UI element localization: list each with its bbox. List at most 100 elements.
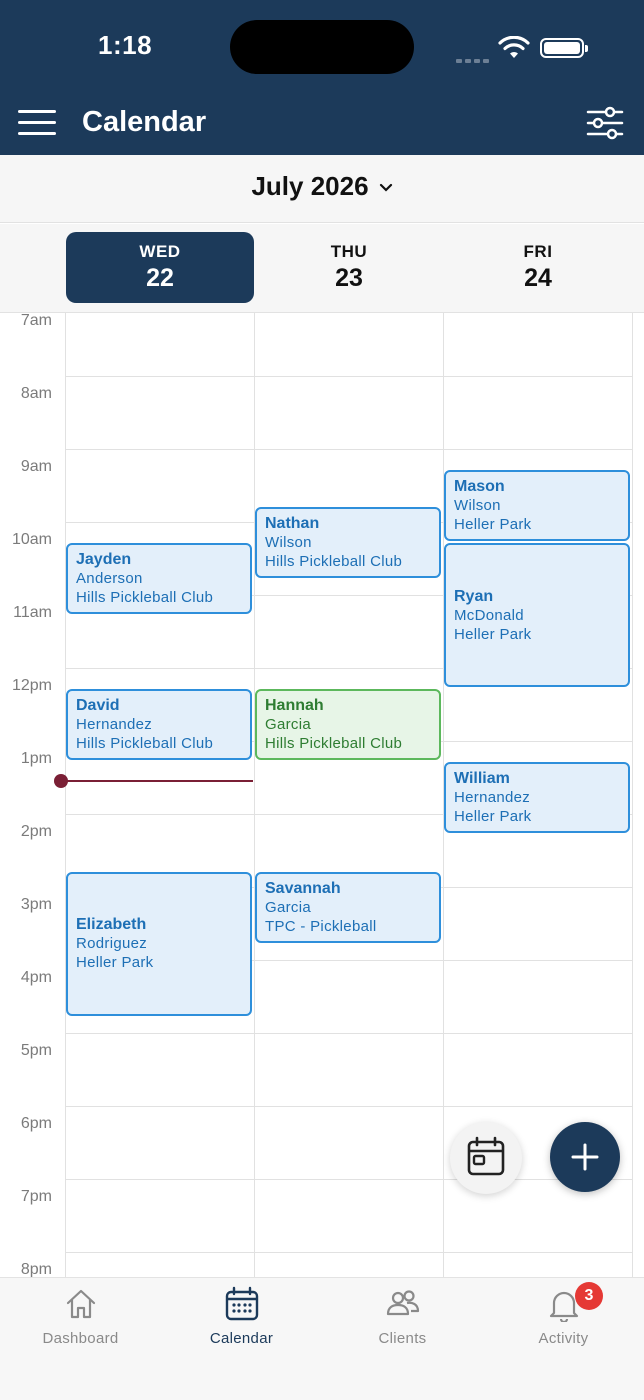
event-card[interactable]: Nathan Wilson Hills Pickleball Club [255,506,441,578]
client-first-name: Hannah [265,697,324,714]
hour-line [65,376,633,377]
hour-label: 3pm [20,896,52,913]
tab-activity[interactable]: 3 Activity [483,1282,644,1347]
calendar-grid[interactable]: 7am 8am 9am 10am 11am 12pm 1pm 2pm 3pm 4pm 5pm 6pm 7… [0,313,644,1277]
day-name: THU [330,242,368,261]
calendar-icon [225,1286,258,1321]
day-number: 23 [335,264,363,292]
hour-label: 1pm [20,750,52,767]
hour-label: 8am [20,385,52,402]
event-card[interactable]: Savannah Garcia TPC - Pickleball [255,871,441,943]
event-location: Hills Pickleball Club [265,735,403,752]
column-divider [65,313,66,1277]
month-selector[interactable]: July 2026 [0,155,644,223]
hour-label: 9am [20,458,52,475]
event-location: Hills Pickleball Club [265,552,403,570]
notification-badge: 3 [575,1282,603,1310]
day-name: WED [139,242,181,261]
event-location: TPC - Pickleball [265,917,377,935]
client-last-name: McDonald [454,606,524,624]
tab-dashboard[interactable]: Dashboard [0,1286,161,1347]
menu-icon[interactable] [18,110,56,136]
month-label: July 2026 [251,171,369,201]
day-name: FRI [523,242,553,261]
client-first-name: Savannah [265,879,341,897]
hour-label: 4pm [20,969,52,986]
event-card[interactable]: Ryan McDonald Heller Park [444,543,630,687]
tab-calendar[interactable]: Calendar [161,1286,322,1347]
client-first-name: Ryan [454,587,494,605]
hour-label: 5pm [20,1042,52,1059]
hour-line [65,1252,633,1253]
day-tab-fri[interactable]: FRI 24 [444,232,632,303]
event-location: Hills Pickleball Club [76,735,214,752]
cellular-signal-icon [456,50,492,68]
client-last-name: Garcia [265,898,311,916]
client-first-name: Mason [454,478,505,495]
client-last-name: Hernandez [76,716,153,733]
event-card[interactable]: David Hernandez Hills Pickleball Club [66,689,252,760]
event-card[interactable]: William Hernandez Heller Park [444,762,630,833]
calendar-icon [467,1136,505,1176]
status-time: 1:18 [98,30,153,60]
day-tab-wed[interactable]: WED 22 [66,232,254,303]
day-number: 22 [146,264,174,292]
page-title: Calendar [82,106,207,138]
column-divider [632,313,633,1277]
client-first-name: Elizabeth [76,916,147,933]
event-card[interactable]: Elizabeth Rodriguez Heller Park [66,871,252,1016]
hour-label: 7pm [20,1188,52,1205]
client-first-name: Jayden [76,551,132,568]
client-last-name: Garcia [265,716,311,733]
plus-icon [571,1143,599,1171]
add-session-button[interactable] [550,1122,620,1192]
hour-line [65,1179,633,1180]
tab-label: Activity [538,1330,589,1347]
event-card[interactable]: Hannah Garcia Hills Pickleball Club [255,689,441,760]
column-divider [254,313,255,1277]
hour-label: 12pm [11,677,52,694]
chevron-down-icon [379,184,392,192]
client-first-name: William [454,770,510,787]
users-icon [386,1290,419,1316]
filter-settings-icon[interactable] [586,106,624,140]
tab-label: Clients [378,1330,427,1347]
client-last-name: Hernandez [454,789,531,806]
event-location: Heller Park [454,808,532,825]
tab-label: Calendar [209,1330,274,1347]
tab-label: Dashboard [42,1330,119,1347]
tab-clients[interactable]: Clients [322,1286,483,1347]
status-bar: 1:18 [0,0,644,92]
event-card[interactable]: Jayden Anderson Hills Pickleball Club [66,543,252,614]
client-first-name: David [76,697,120,714]
hour-label: 10am [11,531,52,548]
event-location: Heller Park [76,954,154,971]
day-number: 24 [524,264,552,292]
event-location: Heller Park [454,625,532,643]
current-time-line [62,779,253,782]
dynamic-island [230,20,414,74]
hour-label: 11am [13,604,52,621]
client-first-name: Nathan [265,514,320,532]
hour-line [65,449,633,450]
today-button[interactable] [450,1122,522,1194]
client-last-name: Anderson [76,570,143,587]
event-location: Heller Park [454,516,532,533]
event-card[interactable]: Mason Wilson Heller Park [444,470,630,541]
wifi-icon [498,36,530,58]
hour-label: 6pm [20,1115,52,1132]
current-time-dot [54,773,68,788]
event-location: Hills Pickleball Club [76,589,214,606]
day-tab-thu[interactable]: THU 23 [255,232,443,303]
home-icon [66,1289,95,1319]
bottom-tab-bar: Dashboard Calendar Clients 3 Activity [0,1277,644,1400]
client-last-name: Wilson [454,497,501,514]
hour-label: 8pm [20,1261,52,1277]
battery-icon [540,38,588,58]
app-header: Calendar [0,92,644,155]
hour-label: 7am [20,313,52,329]
day-header-row: WED 22 THU 23 FRI 24 [0,224,644,313]
hour-line [65,1033,633,1034]
hour-line [65,1106,633,1107]
client-last-name: Rodriguez [76,935,148,952]
